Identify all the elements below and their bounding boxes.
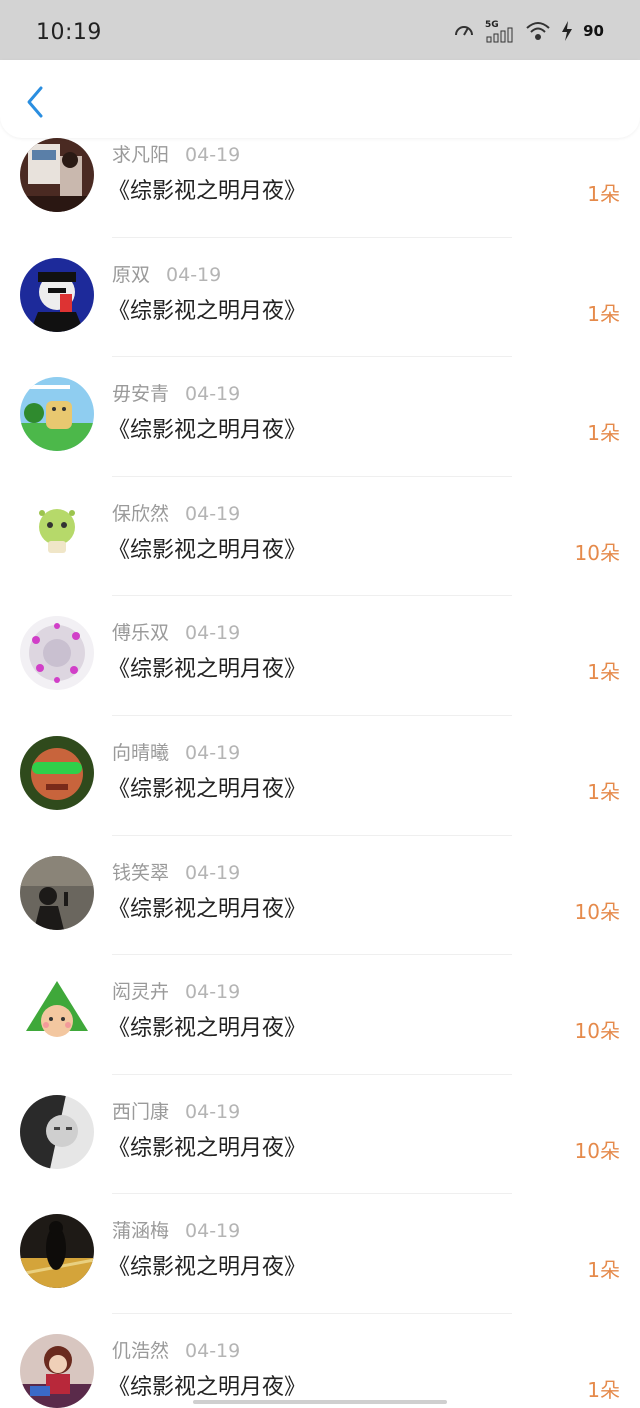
avatar [20, 377, 94, 452]
gift-date: 04-19 [185, 1220, 241, 1243]
gift-amount: 10朵 [574, 1138, 620, 1163]
avatar [20, 735, 94, 810]
sender-meta: 向晴曦 04-19 [112, 738, 240, 765]
book-title: 《综影视之明月夜》 [108, 537, 307, 563]
book-title: 《综影视之明月夜》 [108, 418, 307, 444]
list-item[interactable]: 原双 04-19 《综影视之明月夜》 1朵 [0, 238, 640, 358]
avatar [20, 975, 94, 1050]
battery-level: 90 [583, 22, 604, 40]
sender-name: 西门康 [112, 1100, 170, 1123]
sender-name: 钱笑翠 [112, 861, 170, 884]
sender-meta: 仉浩然 04-19 [112, 1336, 240, 1363]
book-title: 《综影视之明月夜》 [108, 657, 307, 683]
gift-date: 04-19 [185, 861, 241, 884]
book-title: 《综影视之明月夜》 [108, 1135, 307, 1161]
book-title: 《综影视之明月夜》 [108, 776, 307, 802]
book-title: 《综影视之明月夜》 [108, 1016, 307, 1042]
gift-date: 04-19 [185, 144, 241, 166]
sender-name: 保欣然 [112, 502, 170, 525]
sender-meta: 钱笑翠 04-19 [112, 858, 240, 885]
gift-date: 04-19 [185, 1339, 241, 1362]
gift-date: 04-19 [185, 622, 241, 645]
sender-name: 毋安青 [112, 383, 170, 406]
gift-amount: 10朵 [574, 899, 620, 924]
list-item[interactable]: 傅乐双 04-19 《综影视之明月夜》 1朵 [0, 596, 640, 716]
avatar [20, 855, 94, 930]
book-title: 《综影视之明月夜》 [108, 896, 307, 922]
list-item[interactable]: 保欣然 04-19 《综影视之明月夜》 10朵 [0, 477, 640, 597]
gift-amount: 1朵 [587, 779, 620, 804]
sender-meta: 求凡阳 04-19 [112, 140, 240, 167]
sender-name: 向晴曦 [112, 741, 170, 764]
gift-date: 04-19 [185, 981, 241, 1004]
sender-name: 仉浩然 [112, 1339, 170, 1362]
gift-date: 04-19 [185, 741, 241, 764]
gift-amount: 10朵 [574, 540, 620, 565]
book-title: 《综影视之明月夜》 [108, 179, 307, 204]
avatar [20, 1094, 94, 1169]
sender-name: 原双 [112, 263, 151, 286]
avatar [20, 616, 94, 691]
back-button[interactable] [18, 82, 52, 122]
gift-date: 04-19 [166, 263, 222, 286]
avatar [20, 496, 94, 571]
home-indicator[interactable] [193, 1400, 447, 1404]
sender-meta: 闳灵卉 04-19 [112, 977, 240, 1004]
gift-amount: 1朵 [587, 660, 620, 685]
list-item[interactable]: 仉浩然 04-19 《综影视之明月夜》 1朵 [0, 1314, 640, 1408]
status-bar: 10:19 5G 90 [0, 0, 640, 60]
status-time: 10:19 [36, 20, 102, 45]
sender-meta: 原双 04-19 [112, 260, 221, 287]
avatar [20, 257, 94, 332]
avatar [20, 138, 94, 212]
sender-meta: 西门康 04-19 [112, 1097, 240, 1124]
gift-amount: 1朵 [587, 182, 620, 206]
gift-date: 04-19 [185, 502, 241, 525]
book-title: 《综影视之明月夜》 [108, 1374, 307, 1400]
gift-amount: 10朵 [574, 1019, 620, 1044]
header [0, 60, 640, 138]
speedometer-icon [453, 20, 475, 42]
avatar [20, 1214, 94, 1289]
gift-amount: 1朵 [587, 301, 620, 326]
wifi-icon [525, 20, 551, 42]
chevron-left-icon [27, 86, 43, 118]
book-title: 《综影视之明月夜》 [108, 1255, 307, 1281]
charging-icon [561, 20, 573, 42]
list-item[interactable]: 西门康 04-19 《综影视之明月夜》 10朵 [0, 1075, 640, 1195]
gift-date: 04-19 [185, 1100, 241, 1123]
list-item[interactable]: 毋安青 04-19 《综影视之明月夜》 1朵 [0, 357, 640, 477]
gift-list: 求凡阳 04-19 《综影视之明月夜》 1朵 原双 04-19 《综影视之明月夜… [0, 118, 640, 1408]
sender-meta: 毋安青 04-19 [112, 379, 240, 406]
gift-amount: 1朵 [587, 421, 620, 446]
sender-name: 闳灵卉 [112, 981, 170, 1004]
sender-name: 求凡阳 [112, 144, 170, 166]
network-label: 5G [485, 20, 499, 30]
gift-amount: 1朵 [587, 1377, 620, 1402]
list-item[interactable]: 蒲涵梅 04-19 《综影视之明月夜》 1朵 [0, 1194, 640, 1314]
avatar [20, 1333, 94, 1408]
sender-meta: 蒲涵梅 04-19 [112, 1216, 240, 1243]
list-item[interactable]: 向晴曦 04-19 《综影视之明月夜》 1朵 [0, 716, 640, 836]
list-item[interactable]: 钱笑翠 04-19 《综影视之明月夜》 10朵 [0, 836, 640, 956]
gift-amount: 1朵 [587, 1258, 620, 1283]
list-item[interactable]: 闳灵卉 04-19 《综影视之明月夜》 10朵 [0, 955, 640, 1075]
book-title: 《综影视之明月夜》 [108, 298, 307, 324]
gift-date: 04-19 [185, 383, 241, 406]
screen: 10:19 5G 90 求凡阳 04-19 《综影视之明月夜》 1朵 原双 04… [0, 0, 640, 1408]
sender-name: 傅乐双 [112, 622, 170, 645]
sender-meta: 傅乐双 04-19 [112, 618, 240, 645]
signal-icon: 5G [485, 18, 515, 44]
status-icons: 5G 90 [453, 16, 604, 46]
sender-name: 蒲涵梅 [112, 1220, 170, 1243]
sender-meta: 保欣然 04-19 [112, 499, 240, 526]
